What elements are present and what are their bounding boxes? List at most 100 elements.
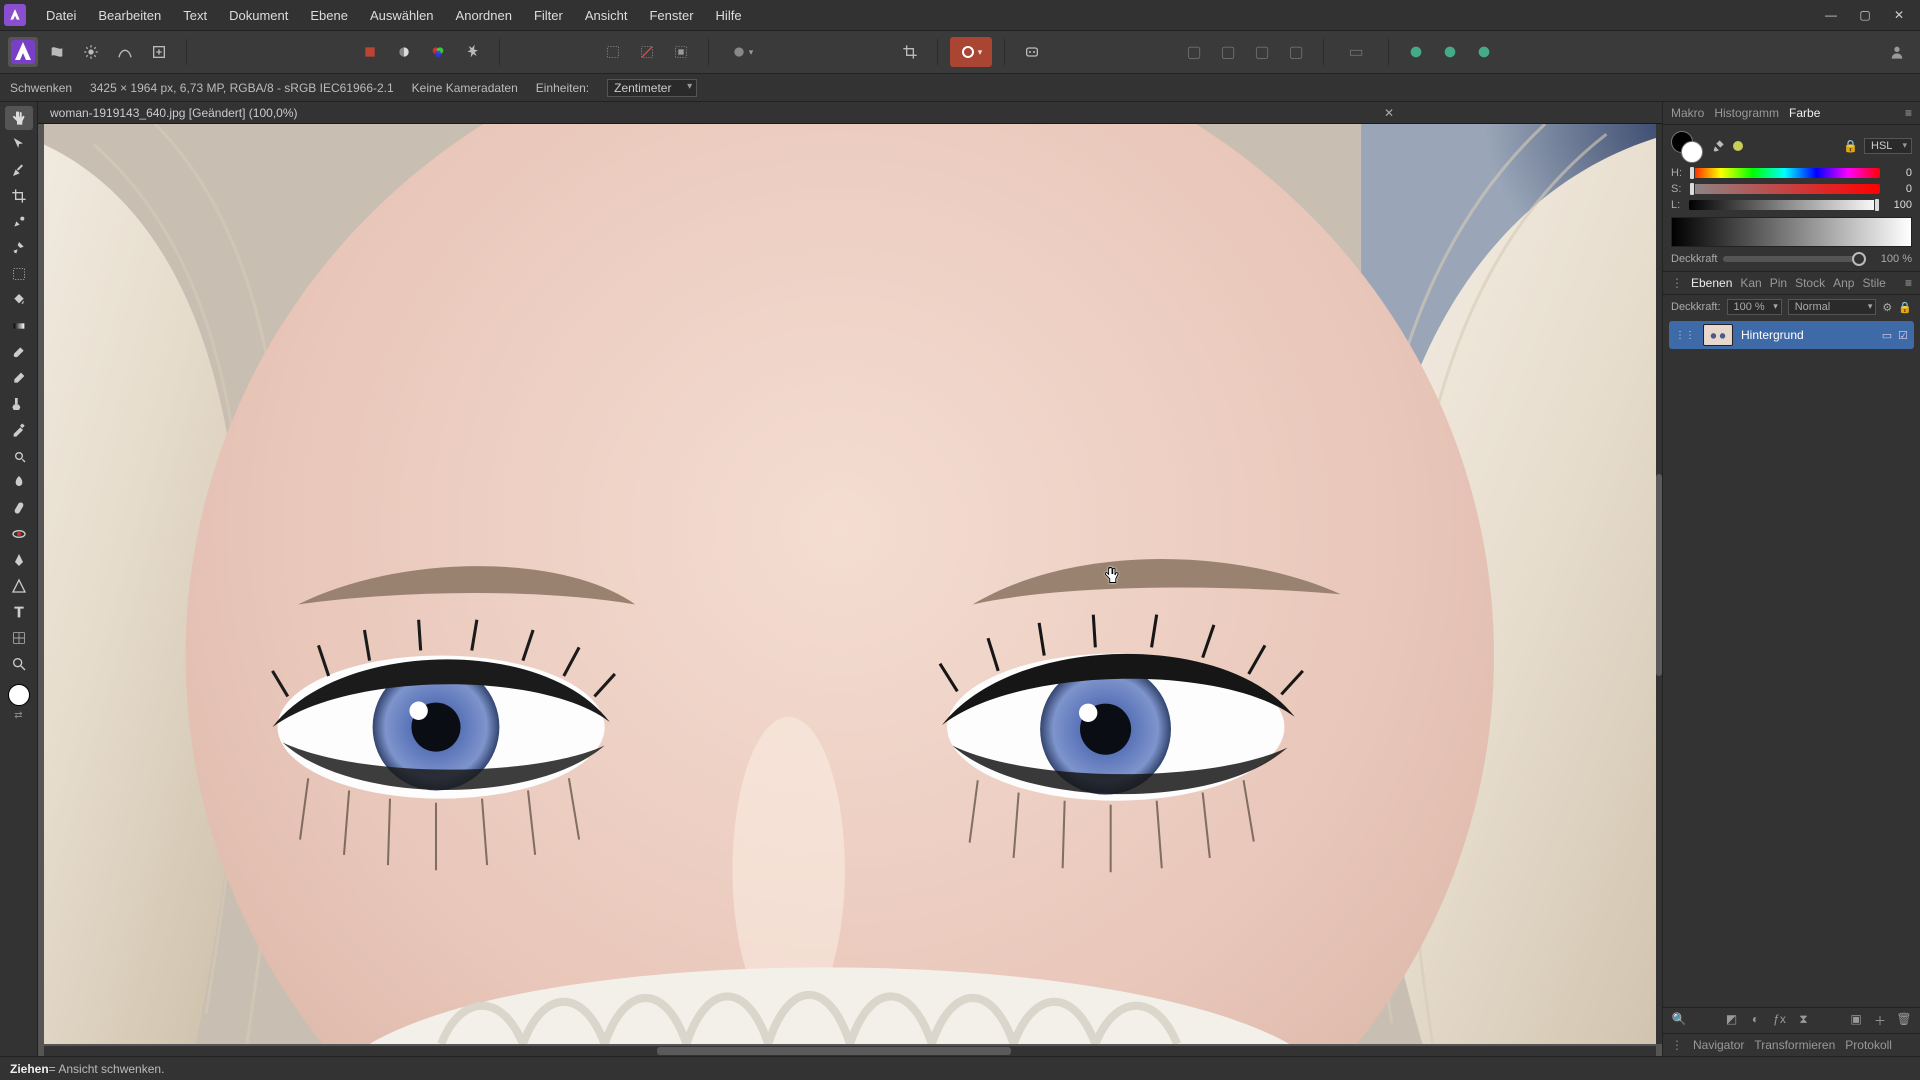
tab-makro[interactable]: Makro (1671, 106, 1704, 120)
menu-anordnen[interactable]: Anordnen (446, 4, 522, 27)
fx-layer-icon[interactable]: ƒx (1772, 1012, 1788, 1029)
auto-contrast-icon[interactable] (389, 37, 419, 67)
sync-3-icon[interactable] (1469, 37, 1499, 67)
paint-brush-icon[interactable] (5, 340, 33, 364)
layers-menu-icon[interactable]: ≡ (1905, 276, 1912, 290)
layer-opacity-select[interactable]: 100 % (1727, 299, 1782, 315)
deselect-icon[interactable] (632, 37, 662, 67)
sync-1-icon[interactable] (1401, 37, 1431, 67)
layer-fx-icon[interactable]: ⚙ (1882, 301, 1892, 314)
mask-layer-icon[interactable]: ◩ (1724, 1012, 1740, 1029)
assistant-icon[interactable] (1017, 37, 1047, 67)
tab-histogramm[interactable]: Histogramm (1714, 106, 1779, 120)
close-button[interactable]: ✕ (1882, 3, 1916, 27)
tab-ebenen[interactable]: Ebenen (1691, 276, 1732, 290)
maximize-button[interactable]: ▢ (1848, 3, 1882, 27)
move-tool-icon[interactable] (5, 132, 33, 156)
menu-ebene[interactable]: Ebene (300, 4, 358, 27)
horizontal-scrollbar[interactable] (44, 1046, 1656, 1056)
menu-bearbeiten[interactable]: Bearbeiten (88, 4, 171, 27)
blend-mode-select[interactable]: Normal (1788, 299, 1877, 315)
tab-stock[interactable]: Stock (1795, 276, 1825, 290)
tab-transformieren[interactable]: Transformieren (1754, 1038, 1835, 1052)
minimize-button[interactable]: — (1814, 3, 1848, 27)
auto-levels-icon[interactable] (355, 37, 385, 67)
menu-fenster[interactable]: Fenster (639, 4, 703, 27)
vertical-scrollbar[interactable] (1656, 124, 1662, 1044)
selection-brush-icon[interactable] (5, 210, 33, 234)
tab-pinsel[interactable]: Pin (1770, 276, 1787, 290)
opacity-slider[interactable] (1723, 256, 1866, 262)
recent-color-dot[interactable] (1733, 141, 1743, 151)
color-mode-select[interactable]: HSL (1864, 138, 1912, 154)
group-layer-icon[interactable]: ▣ (1848, 1012, 1864, 1029)
dodge-tool-icon[interactable] (5, 444, 33, 468)
select-all-icon[interactable] (598, 37, 628, 67)
stock-icon[interactable]: ▾ (950, 37, 992, 67)
auto-colors-icon[interactable] (423, 37, 453, 67)
persona-liquify-icon[interactable] (42, 37, 72, 67)
flood-select-icon[interactable] (5, 236, 33, 260)
persona-develop-icon[interactable] (76, 37, 106, 67)
panel-menu-icon[interactable]: ≡ (1905, 106, 1912, 120)
hand-tool-icon[interactable] (5, 106, 33, 130)
gradient-tool-icon[interactable] (5, 314, 33, 338)
persona-tonemap-icon[interactable] (110, 37, 140, 67)
eyedropper-icon[interactable] (1711, 137, 1727, 156)
menu-text[interactable]: Text (173, 4, 217, 27)
tab-navigator[interactable]: Navigator (1693, 1038, 1744, 1052)
add-layer-icon[interactable]: ＋ (1872, 1012, 1888, 1029)
panel-drag-icon[interactable]: ⋮ (1671, 276, 1683, 290)
invert-selection-icon[interactable] (666, 37, 696, 67)
menu-ansicht[interactable]: Ansicht (575, 4, 638, 27)
tab-anpassung[interactable]: Anp (1833, 276, 1854, 290)
menu-dokument[interactable]: Dokument (219, 4, 298, 27)
menu-auswaehlen[interactable]: Auswählen (360, 4, 444, 27)
layer-drag-icon[interactable]: ⋮⋮ (1675, 330, 1695, 341)
menu-hilfe[interactable]: Hilfe (706, 4, 752, 27)
crop-tool-icon[interactable] (895, 37, 925, 67)
text-tool-icon[interactable] (5, 600, 33, 624)
tab-protokoll[interactable]: Protokoll (1845, 1038, 1892, 1052)
marquee-tool-icon[interactable] (5, 262, 33, 286)
tab-kanaele[interactable]: Kan (1740, 276, 1761, 290)
flood-fill-icon[interactable] (5, 288, 33, 312)
quickmask-icon[interactable]: ▾ (721, 37, 763, 67)
layer-link-icon[interactable]: ▭ (1882, 329, 1892, 342)
units-select[interactable]: Zentimeter (607, 79, 697, 97)
menu-filter[interactable]: Filter (524, 4, 573, 27)
pick-tool-icon[interactable] (5, 158, 33, 182)
layer-item[interactable]: ⋮⋮ Hintergrund ▭ ☑ (1669, 321, 1914, 349)
sat-slider[interactable] (1689, 184, 1880, 194)
lig-slider[interactable] (1689, 200, 1880, 210)
redeye-tool-icon[interactable] (5, 522, 33, 546)
inpaint-brush-icon[interactable] (5, 418, 33, 442)
layer-search-icon[interactable]: 🔍 (1671, 1012, 1687, 1029)
swap-colors-icon[interactable]: ⇄ (5, 708, 33, 722)
sync-2-icon[interactable] (1435, 37, 1465, 67)
account-icon[interactable] (1882, 37, 1912, 67)
menu-datei[interactable]: Datei (36, 4, 86, 27)
layer-lock-icon[interactable]: 🔒 (1898, 301, 1912, 314)
adjust-layer-icon[interactable]: ◐ (1748, 1012, 1764, 1029)
lock-color-icon[interactable]: 🔒 (1843, 139, 1858, 153)
fg-bg-swatch-icon[interactable] (1671, 131, 1705, 161)
persona-export-icon[interactable] (144, 37, 174, 67)
close-tab-icon[interactable]: ✕ (1384, 106, 1394, 120)
nav-drag-icon[interactable]: ⋮ (1671, 1038, 1683, 1052)
color-swatch-icon[interactable] (8, 684, 30, 706)
healing-brush-icon[interactable] (5, 496, 33, 520)
pen-tool-icon[interactable] (5, 548, 33, 572)
document-tab[interactable]: woman-1919143_640.jpg [Geändert] (100,0%… (44, 104, 304, 122)
shape-tool-icon[interactable] (5, 574, 33, 598)
auto-whitebalance-icon[interactable] (457, 37, 487, 67)
live-filter-icon[interactable]: ⧗ (1796, 1012, 1812, 1029)
mesh-warp-icon[interactable] (5, 626, 33, 650)
delete-layer-icon[interactable]: 🗑 (1896, 1012, 1912, 1029)
canvas[interactable] (44, 124, 1656, 1044)
tab-stile[interactable]: Stile (1862, 276, 1885, 290)
crop-tool2-icon[interactable] (5, 184, 33, 208)
tab-farbe[interactable]: Farbe (1789, 106, 1820, 120)
erase-brush-icon[interactable] (5, 366, 33, 390)
zoom-tool-icon[interactable] (5, 652, 33, 676)
